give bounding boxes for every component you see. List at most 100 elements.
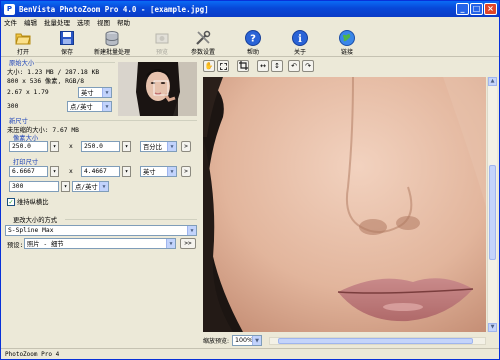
divider xyxy=(65,219,197,220)
horizontal-scroll-thumb[interactable] xyxy=(278,338,473,344)
print-height-input[interactable]: 4.4667 xyxy=(81,166,120,177)
horizontal-arrows-icon: ↔ xyxy=(260,62,266,70)
original-resolution-unit-select[interactable]: 点/英寸 ▼ xyxy=(67,101,112,112)
title-bar: P BenVista PhotoZoom Pro 4.0 - [example.… xyxy=(1,1,499,17)
multiply-sign: x xyxy=(69,168,73,175)
original-file-size: 大小: 1.23 MB / 287.18 KB xyxy=(7,69,100,76)
pixel-unit-select[interactable]: 百分比 ▼ xyxy=(140,141,177,152)
new-size-heading: 新尺寸 xyxy=(9,118,28,125)
status-text: PhotoZoom Pro 4 xyxy=(5,351,60,358)
tools-icon xyxy=(195,30,211,46)
pixel-height-stepper[interactable]: ▾ xyxy=(122,141,131,152)
info-icon: i xyxy=(292,30,308,46)
maximize-button[interactable]: □ xyxy=(470,3,483,15)
divider xyxy=(35,62,115,63)
crop-icon xyxy=(238,60,248,72)
keep-aspect-ratio-checkbox[interactable]: ✓ 维持纵横比 xyxy=(7,197,48,206)
menu-edit[interactable]: 编辑 xyxy=(24,17,37,27)
menu-batch[interactable]: 批量处理 xyxy=(44,17,70,27)
print-unit-select[interactable]: 英寸 ▼ xyxy=(140,166,177,177)
thumbnail-image xyxy=(118,62,197,116)
original-inch-unit-select[interactable]: 英寸 ▼ xyxy=(78,87,112,98)
preview-button[interactable]: 预览 xyxy=(154,28,170,57)
globe-icon xyxy=(339,30,355,46)
print-width-stepper[interactable]: ▾ xyxy=(50,166,59,177)
print-width-input[interactable]: 6.6667 xyxy=(9,166,48,177)
help-icon: ? xyxy=(245,30,261,46)
zoom-select[interactable]: 100% ▼ xyxy=(232,335,263,346)
original-resolution: 300 xyxy=(7,103,19,110)
parameter-settings-button[interactable]: 参数设置 xyxy=(191,28,215,57)
pixel-options-button[interactable]: > xyxy=(181,141,191,152)
print-options-button[interactable]: > xyxy=(181,166,191,177)
multiply-sign: x xyxy=(69,143,73,150)
help-button[interactable]: ? 帮助 xyxy=(245,28,261,57)
menu-options[interactable]: 选项 xyxy=(77,17,90,27)
floppy-disk-icon xyxy=(59,30,75,46)
fit-width-button[interactable]: ↔ xyxy=(257,60,269,72)
about-button[interactable]: i 关于 xyxy=(292,28,308,57)
menu-bar: 文件 编辑 批量处理 选项 视图 帮助 xyxy=(1,17,499,27)
menu-file[interactable]: 文件 xyxy=(4,17,17,27)
settings-panel: 原始大小 大小: 1.23 MB / 287.18 KB 800 x 536 像… xyxy=(1,58,200,347)
close-button[interactable]: × xyxy=(484,3,497,15)
batch-icon xyxy=(104,30,120,46)
original-inch-dimensions: 2.67 x 1.79 xyxy=(7,89,49,96)
open-button[interactable]: 打开 xyxy=(15,28,31,57)
menu-help[interactable]: 帮助 xyxy=(117,17,130,27)
hand-tool-button[interactable]: ✋ xyxy=(203,60,215,72)
preset-more-button[interactable]: >> xyxy=(180,238,196,249)
chevron-down-icon: ▼ xyxy=(99,182,108,191)
marquee-icon xyxy=(219,62,227,70)
new-batch-button[interactable]: 新建批量处理 xyxy=(94,28,130,57)
minimize-button[interactable]: _ xyxy=(456,3,469,15)
pixel-height-input[interactable]: 250.0 xyxy=(81,141,120,152)
app-icon: P xyxy=(4,3,15,15)
hand-icon: ✋ xyxy=(204,62,214,70)
toolbar: 打开 保存 新建批量处理 预览 参数设置 ? 帮助 i 关于 链接 xyxy=(1,28,499,57)
crop-tool-button[interactable] xyxy=(237,60,249,72)
link-button[interactable]: 链接 xyxy=(339,28,355,57)
image-tools: ✋ ↔ ↕ ↶ ↷ xyxy=(203,60,314,74)
chevron-down-icon: ▼ xyxy=(252,336,262,345)
selection-tool-button[interactable] xyxy=(217,60,229,72)
scroll-up-icon[interactable]: ▲ xyxy=(488,77,497,86)
pixel-width-input[interactable]: 250.0 xyxy=(9,141,48,152)
resolution-input[interactable]: 300 xyxy=(9,181,59,192)
print-height-stepper[interactable]: ▾ xyxy=(122,166,131,177)
chevron-down-icon: ▼ xyxy=(102,88,111,97)
original-pixel-dimensions: 800 x 536 像素, RGB/8 xyxy=(7,78,85,85)
status-bar: PhotoZoom Pro 4 xyxy=(1,348,499,359)
resolution-stepper[interactable]: ▾ xyxy=(61,181,70,192)
svg-text:?: ? xyxy=(250,34,256,45)
rotate-left-icon: ↶ xyxy=(291,62,297,70)
image-preview[interactable] xyxy=(203,77,486,332)
rotate-left-button[interactable]: ↶ xyxy=(288,60,300,72)
scroll-down-icon[interactable]: ▼ xyxy=(488,323,497,332)
divider xyxy=(29,120,197,121)
preview-icon xyxy=(154,30,170,46)
chevron-down-icon: ▼ xyxy=(102,102,111,111)
fit-height-button[interactable]: ↕ xyxy=(271,60,283,72)
resize-algorithm-select[interactable]: S-Spline Max ▼ xyxy=(5,225,197,236)
pixel-width-stepper[interactable]: ▾ xyxy=(50,141,59,152)
checkmark-icon: ✓ xyxy=(7,197,15,206)
preview-image xyxy=(203,77,486,332)
save-button[interactable]: 保存 xyxy=(59,28,75,57)
rotate-right-icon: ↷ xyxy=(305,62,311,70)
chevron-down-icon: ▼ xyxy=(187,226,196,235)
navigator-thumbnail[interactable] xyxy=(118,62,197,116)
svg-text:i: i xyxy=(298,34,302,45)
print-size-heading: 打印尺寸 xyxy=(13,159,39,166)
window-title: BenVista PhotoZoom Pro 4.0 - [example.jp… xyxy=(19,4,209,14)
vertical-scroll-thumb[interactable] xyxy=(489,165,496,260)
vertical-scrollbar[interactable]: ▲ ▼ xyxy=(487,77,497,332)
menu-view[interactable]: 视图 xyxy=(97,17,110,27)
rotate-right-button[interactable]: ↷ xyxy=(302,60,314,72)
preset-select[interactable]: 照片 - 细节 ▼ xyxy=(24,238,176,249)
horizontal-scrollbar[interactable] xyxy=(269,337,486,345)
folder-icon xyxy=(15,30,31,46)
chevron-down-icon: ▼ xyxy=(167,167,176,176)
resolution-unit-select[interactable]: 点/英寸 ▼ xyxy=(72,181,109,192)
preset-label: 预设: xyxy=(7,242,24,249)
